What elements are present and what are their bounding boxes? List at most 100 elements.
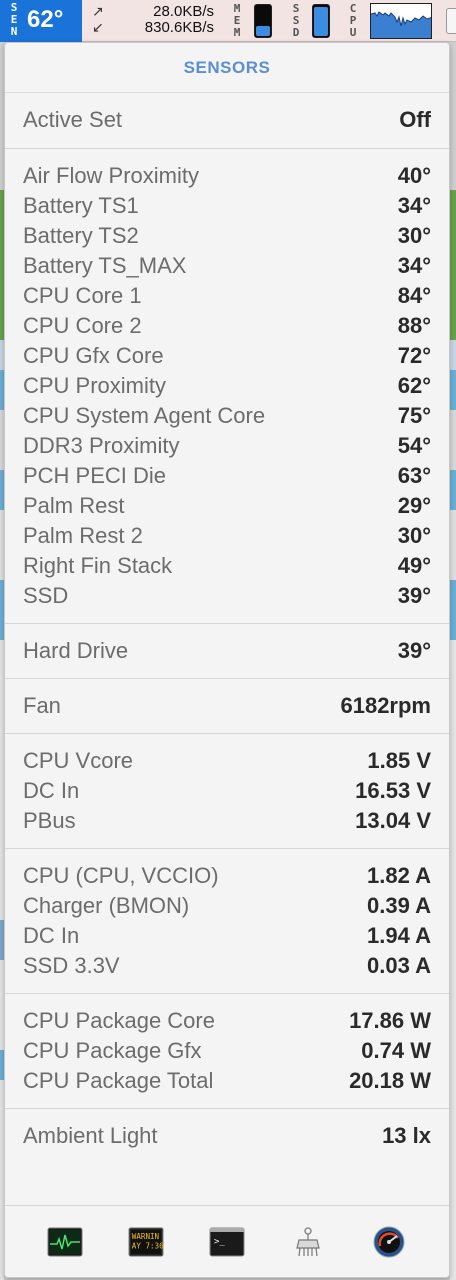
sensor-value: 0.39 A (366, 893, 431, 918)
temperature-section: Air Flow Proximity 40° Battery TS1 34° Bat… (5, 149, 449, 624)
active-set-row[interactable]: Active Set Off (23, 105, 431, 135)
sensor-value: 17.86 W (349, 1008, 431, 1033)
sensor-row[interactable]: Palm Rest 29° (23, 491, 431, 521)
sensor-value: 84° (397, 283, 431, 308)
sensor-label: Hard Drive (23, 638, 129, 663)
sensor-row[interactable]: PBus 13.04 V (23, 806, 431, 836)
sensor-value: 30° (397, 223, 431, 248)
sensor-value: 1.82 A (366, 863, 431, 888)
sensor-value: 29° (397, 493, 431, 518)
memory-gauge-fill (256, 26, 270, 36)
sensor-value: 63° (397, 463, 431, 488)
sensor-row[interactable]: PCH PECI Die 63° (23, 461, 431, 491)
sensor-row[interactable]: CPU Package Core 17.86 W (23, 1006, 431, 1036)
sensors-menu-item[interactable]: S E N 62° (0, 0, 82, 42)
panel-title: SENSORS (5, 43, 449, 93)
sensor-value: 30° (397, 523, 431, 548)
sensor-label: CPU (CPU, VCCIO) (23, 863, 219, 888)
sensor-value: 39° (397, 583, 431, 608)
sensor-row[interactable]: Ambient Light 13 lx (23, 1121, 431, 1151)
sensor-label: Active Set (23, 107, 123, 132)
cpu-label: C P U (346, 3, 360, 39)
sensor-row[interactable]: CPU Proximity 62° (23, 371, 431, 401)
sensor-row[interactable]: SSD 39° (23, 581, 431, 611)
sensor-value: 40° (397, 163, 431, 188)
sensor-value: Off (399, 107, 431, 132)
sensor-row[interactable]: Battery TS2 30° (23, 221, 431, 251)
cpu-graph-icon (371, 11, 431, 38)
fan-section: Fan 6182rpm (5, 679, 449, 734)
background-window-edge-right (450, 40, 456, 1280)
sensors-letter: N (10, 25, 18, 38)
sensor-label: Ambient Light (23, 1123, 158, 1148)
sensor-row[interactable]: CPU System Agent Core 75° (23, 401, 431, 431)
panel-toolbar: WARNIN AY 7:36 >_ (5, 1205, 449, 1277)
sensor-label: Air Flow Proximity (23, 163, 200, 188)
sensor-row[interactable]: Fan 6182rpm (23, 691, 431, 721)
sensor-value: 39° (397, 638, 431, 663)
sensor-row[interactable]: SSD 3.3V 0.03 A (23, 951, 431, 981)
speedometer-icon (373, 1226, 405, 1257)
upload-arrow-icon: ↗ (92, 4, 104, 20)
utility-button[interactable] (290, 1226, 326, 1258)
activity-monitor-button[interactable] (47, 1226, 83, 1258)
sensor-row[interactable]: DC In 1.94 A (23, 921, 431, 951)
sensor-row[interactable]: Air Flow Proximity 40° (23, 161, 431, 191)
sensor-row[interactable]: Right Fin Stack 49° (23, 551, 431, 581)
sensor-value: 6182rpm (340, 693, 431, 718)
sensor-label: PBus (23, 808, 76, 833)
sensor-row[interactable]: DC In 16.53 V (23, 776, 431, 806)
sensor-value: 0.74 W (361, 1038, 431, 1063)
sensor-label: DC In (23, 778, 80, 803)
download-rate: 830.6KB/s (144, 19, 214, 36)
console-icon-line: AY 7:36 (132, 1241, 164, 1250)
sensor-row[interactable]: CPU Package Gfx 0.74 W (23, 1036, 431, 1066)
console-icon: WARNIN AY 7:36 (128, 1226, 164, 1257)
menu-bar-overflow[interactable] (446, 8, 456, 34)
sensor-row[interactable]: CPU Vcore 1.85 V (23, 746, 431, 776)
sensor-row[interactable]: Battery TS1 34° (23, 191, 431, 221)
sensor-label: DC In (23, 923, 80, 948)
ssd-label: S S D (289, 3, 303, 39)
sensor-row[interactable]: Palm Rest 2 30° (23, 521, 431, 551)
sensor-label: Palm Rest (23, 493, 125, 518)
sensor-row[interactable]: Charger (BMON) 0.39 A (23, 891, 431, 921)
speed-button[interactable] (371, 1226, 407, 1258)
console-button[interactable]: WARNIN AY 7:36 (128, 1226, 164, 1258)
sensor-label: Battery TS2 (23, 223, 139, 248)
cpu-usage-graph[interactable] (370, 3, 432, 39)
sensor-value: 62° (397, 373, 431, 398)
sensor-label: CPU Package Gfx (23, 1038, 202, 1063)
sensor-value: 1.85 V (367, 748, 431, 773)
sensor-value: 72° (397, 343, 431, 368)
sensor-label: DDR3 Proximity (23, 433, 180, 458)
sensor-label: SSD (23, 583, 69, 608)
sensor-label: Charger (BMON) (23, 893, 190, 918)
sensor-row[interactable]: CPU Core 2 88° (23, 311, 431, 341)
memory-gauge[interactable] (254, 4, 272, 38)
ssd-letter: D (292, 26, 300, 39)
sensor-label: CPU Package Total (23, 1068, 214, 1093)
memory-letter: M (233, 26, 241, 39)
sensor-row[interactable]: CPU Gfx Core 72° (23, 341, 431, 371)
terminal-icon: >_ (209, 1227, 245, 1256)
network-arrows: ↗ ↙ (92, 4, 106, 36)
network-menu-item[interactable]: 28.0KB/s 830.6KB/s (112, 4, 214, 36)
sensor-row[interactable]: CPU Package Total 20.18 W (23, 1066, 431, 1096)
terminal-button[interactable]: >_ (209, 1226, 245, 1258)
sensor-value: 34° (397, 193, 431, 218)
sensor-row[interactable]: Battery TS_MAX 34° (23, 251, 431, 281)
sensor-label: SSD 3.3V (23, 953, 120, 978)
sensor-label: CPU Core 2 (23, 313, 142, 338)
sensor-value: 0.03 A (366, 953, 431, 978)
memory-label: M E M (230, 3, 244, 39)
voltage-section: CPU Vcore 1.85 V DC In 16.53 V PBus 13.04 V (5, 734, 449, 849)
sensor-label: Battery TS1 (23, 193, 139, 218)
sensor-row[interactable]: CPU (CPU, VCCIO) 1.82 A (23, 861, 431, 891)
disk-gauge[interactable] (312, 4, 330, 38)
sensor-row[interactable]: CPU Core 1 84° (23, 281, 431, 311)
sensor-row[interactable]: Hard Drive 39° (23, 636, 431, 666)
sensor-label: CPU System Agent Core (23, 403, 266, 428)
cpu-letter: U (349, 26, 357, 39)
sensor-row[interactable]: DDR3 Proximity 54° (23, 431, 431, 461)
